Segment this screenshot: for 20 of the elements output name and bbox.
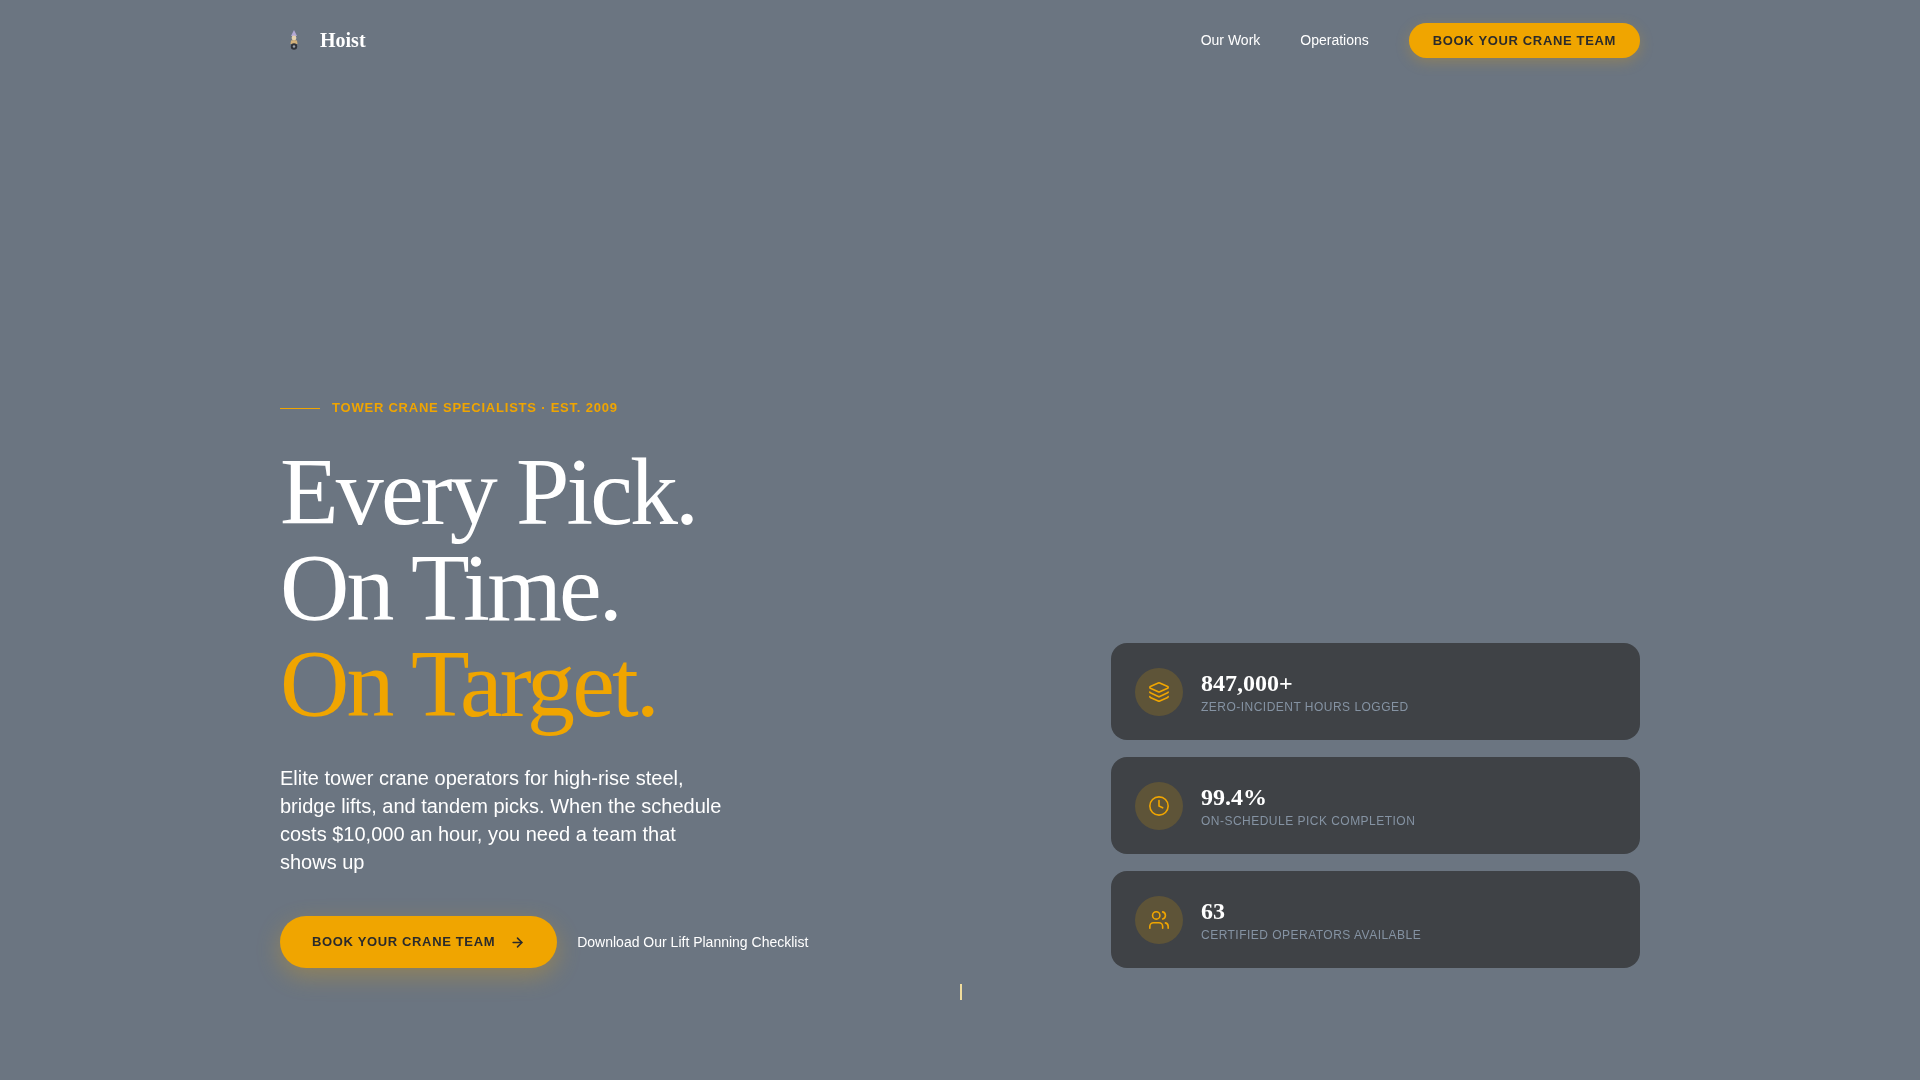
stat-value: 63: [1201, 896, 1225, 925]
stat-value: 99.4%: [1201, 782, 1267, 811]
stat-label: CERTIFIED OPERATORS AVAILABLE: [1201, 926, 1422, 943]
layers-icon: [1135, 667, 1183, 716]
eyebrow-text: TOWER CRANE SPECIALISTS · EST. 2009: [332, 400, 618, 416]
book-crane-team-button[interactable]: BOOK YOUR CRANE TEAM: [280, 916, 558, 968]
brand-name[interactable]: Hoist: [320, 30, 366, 50]
arrow-right-icon: [510, 934, 526, 950]
stat-value: 847,000+: [1201, 668, 1293, 697]
stat-label: ZERO-INCIDENT HOURS LOGGED: [1201, 698, 1409, 715]
clock-icon: [1135, 781, 1183, 830]
figure-icon: [288, 30, 300, 50]
nav-link[interactable]: Operations: [1300, 29, 1369, 51]
scroll-indicator-line: [960, 984, 962, 1000]
checklist-download-link[interactable]: Download Our Lift Planning Checklist: [577, 931, 809, 953]
stat-label: ON-SCHEDULE PICK COMPLETION: [1201, 812, 1416, 829]
people-icon: [1135, 895, 1183, 944]
book-crane-team-button[interactable]: BOOK YOUR CRANE TEAM: [1408, 22, 1640, 58]
nav-link[interactable]: Our Work: [1200, 29, 1261, 51]
hero-description: Elite tower crane operators for high-rise steel, bridge lifts, and tandem picks. When the schedule costs $10,000 an hour, you need a team that shows up: [280, 766, 723, 875]
